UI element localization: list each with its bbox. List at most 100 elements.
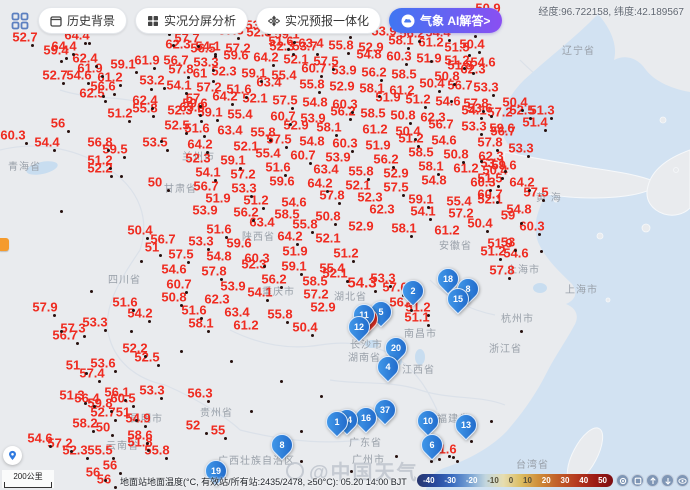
station-dot — [430, 60, 433, 63]
temp-value: 55.5 — [87, 444, 112, 457]
marker-count: 16 — [356, 408, 376, 428]
temp-value: 63.4 — [217, 124, 242, 137]
temp-value: 55.8 — [267, 308, 292, 321]
marker-count: 2 — [403, 281, 423, 301]
temp-value: 50.4 — [292, 321, 317, 334]
province-label: 南昌市 — [404, 325, 437, 340]
station-dot — [289, 123, 292, 126]
station-dot — [478, 51, 481, 54]
split-screen-button[interactable]: 实况分屏分析 — [135, 7, 248, 34]
temp-value: 51 — [66, 359, 80, 372]
temp-value: 56.7 — [52, 329, 77, 342]
station-dot — [544, 129, 547, 132]
temp-value: 52.5 — [134, 351, 159, 364]
station-dot — [144, 355, 147, 358]
station-dot — [114, 370, 117, 373]
station-dot — [230, 360, 233, 363]
station-dot — [83, 335, 86, 338]
station-dot — [463, 67, 466, 70]
temp-value: 55.4 — [227, 108, 252, 121]
temp-value: 62.5 — [79, 87, 104, 100]
station-dot — [320, 75, 323, 78]
station-dot — [147, 449, 150, 452]
station-dot — [429, 218, 432, 221]
station-dot — [508, 277, 511, 280]
temp-value: 64.2 — [187, 138, 212, 151]
temp-value: 50.8 — [390, 109, 415, 122]
station-dot — [85, 372, 88, 375]
temp-value: 54.1 — [410, 205, 435, 218]
temp-value: 51.2 — [480, 245, 505, 258]
weather-ai-button[interactable]: 气象 AI解答> — [389, 8, 502, 33]
station-dot — [206, 151, 209, 154]
temp-value: 51.2 — [405, 93, 430, 106]
edge-badge[interactable] — [0, 238, 9, 251]
temp-value: 58.5 — [408, 146, 433, 159]
station-dot — [60, 210, 63, 213]
station-dot — [351, 150, 354, 153]
station-dot — [293, 41, 296, 44]
history-button[interactable]: 历史背景 — [38, 7, 127, 34]
temp-value: 50 — [148, 176, 162, 189]
temp-value: 55.8 — [348, 165, 373, 178]
temp-value: 52.1 — [315, 232, 340, 245]
station-dot — [550, 117, 553, 120]
station-dot — [480, 160, 483, 163]
temp-value: 51.6 — [265, 161, 290, 174]
station-dot — [152, 115, 155, 118]
temp-value: 52.9 — [383, 167, 408, 180]
temp-value: 57.8 — [489, 264, 514, 277]
station-dot — [266, 299, 269, 302]
temp-value: 57.2 — [230, 168, 255, 181]
station-dot — [86, 457, 89, 460]
temp-value: 55.8 — [328, 39, 353, 52]
legend-tick: 10 — [523, 477, 532, 485]
province-label: 四川省 — [108, 271, 141, 286]
station-dot — [407, 47, 410, 50]
station-dot — [311, 231, 314, 234]
temp-value: 52.9 — [329, 80, 354, 93]
province-label: 青海省 — [8, 158, 41, 173]
station-dot — [214, 179, 217, 182]
station-dot — [60, 60, 63, 63]
station-dot — [468, 54, 471, 57]
weather-map-app: 呼和浩特市辽宁省青海省兰州市甘肃省陕西省四川省重庆市湖北省长沙市湖南省南昌市江西… — [0, 0, 690, 490]
station-dot — [185, 132, 188, 135]
legend-down-button[interactable] — [661, 474, 674, 487]
legend-frame-button[interactable] — [631, 474, 644, 487]
station-dot — [146, 442, 149, 445]
gear-icon — [619, 477, 627, 485]
map-marker-13[interactable]: 13 — [450, 409, 481, 440]
station-dot — [245, 96, 248, 99]
station-dot — [212, 80, 215, 83]
temp-value: 55 — [211, 424, 225, 437]
layer-caption: 地面站地面温度(°C, 有效站/所有站:2435/2478, ≥50°C): 0… — [120, 475, 407, 488]
locate-button[interactable] — [3, 446, 22, 465]
legend-up-button[interactable] — [646, 474, 659, 487]
station-dot — [109, 167, 112, 170]
temp-value: 54.8 — [299, 135, 324, 148]
station-dot — [180, 350, 183, 353]
province-label: 甘肃省 — [164, 180, 197, 195]
temp-value: 53.9 — [331, 64, 356, 77]
station-dot — [474, 35, 477, 38]
temp-value: 54.1 — [195, 166, 220, 179]
legend-settings-button[interactable] — [616, 474, 629, 487]
station-dot — [250, 410, 253, 413]
temp-value: 54.8 — [356, 48, 381, 61]
station-dot — [448, 39, 451, 42]
station-dot — [212, 69, 215, 72]
legend-tick: 0 — [509, 477, 513, 485]
coordinates-readout: 经度:96.722158, 纬度:42.189567 — [538, 3, 684, 18]
forecast-integration-button[interactable]: 实况预报一体化 — [256, 7, 381, 34]
station-dot — [107, 149, 110, 152]
app-grid-button[interactable] — [10, 11, 30, 31]
temp-value: 57.9 — [32, 301, 57, 314]
forecast-integration-button-label: 实况预报一体化 — [285, 12, 369, 29]
station-dot — [347, 52, 350, 55]
temp-value: 56.3 — [187, 387, 212, 400]
legend-visibility-button[interactable] — [676, 474, 689, 487]
station-dot — [130, 330, 133, 333]
legend-tick: -30 — [444, 477, 456, 485]
temp-value: 63.4 — [249, 216, 274, 229]
